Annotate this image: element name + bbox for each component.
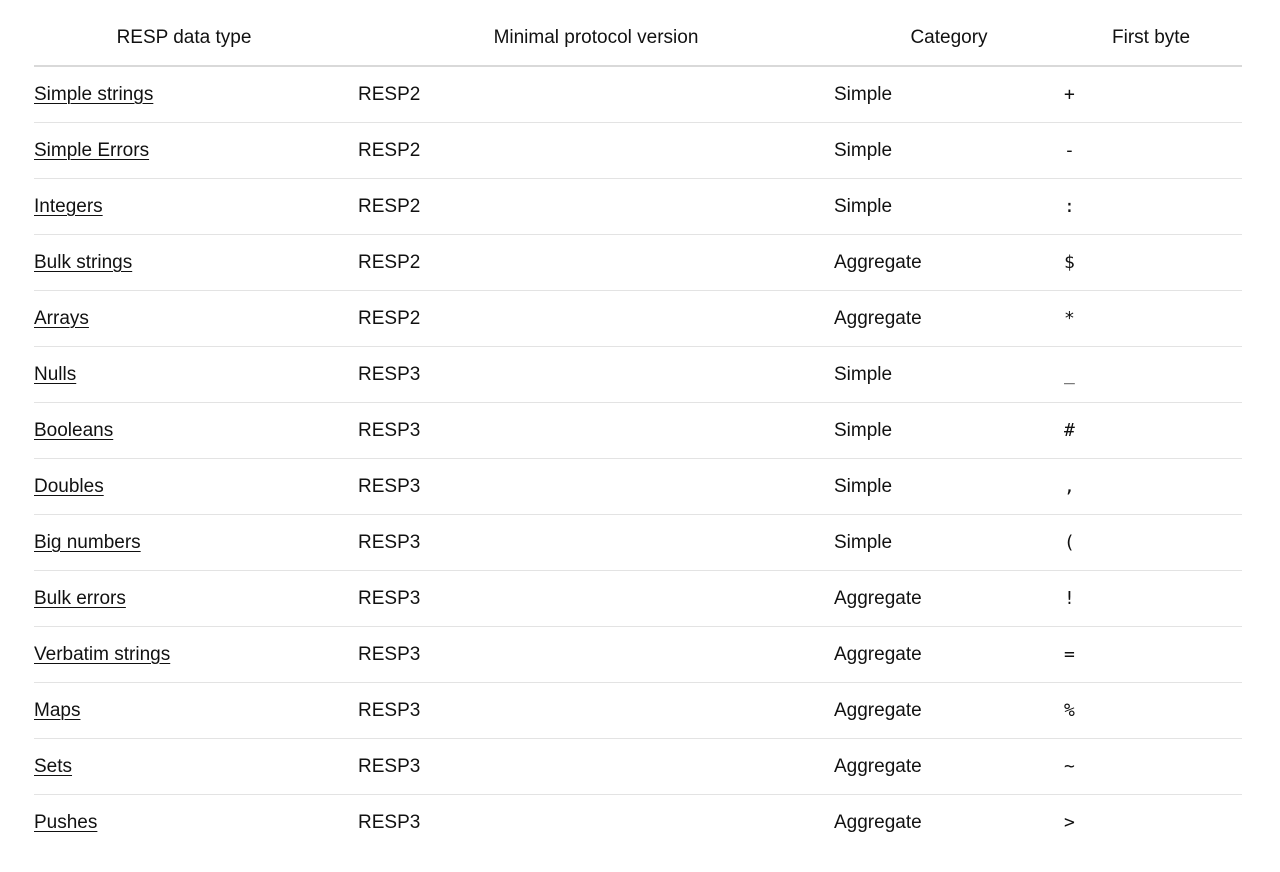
cell-category: Aggregate bbox=[834, 570, 1064, 627]
cell-first-byte: ~ bbox=[1064, 738, 1242, 795]
cell-category: Simple bbox=[834, 402, 1064, 459]
data-type-link[interactable]: Verbatim strings bbox=[34, 644, 170, 665]
table-row: Bulk strings RESP2 Aggregate $ bbox=[34, 234, 1242, 291]
cell-protocol-version: RESP2 bbox=[358, 122, 834, 179]
cell-data-type: Maps bbox=[34, 682, 358, 739]
cell-protocol-version: RESP3 bbox=[358, 626, 834, 683]
cell-protocol-version: RESP3 bbox=[358, 458, 834, 515]
cell-first-byte: + bbox=[1064, 66, 1242, 123]
cell-data-type: Big numbers bbox=[34, 514, 358, 571]
cell-first-byte: $ bbox=[1064, 234, 1242, 291]
cell-protocol-version: RESP3 bbox=[358, 514, 834, 571]
table-row: Doubles RESP3 Simple, bbox=[34, 458, 1242, 515]
cell-category: Simple bbox=[834, 346, 1064, 403]
cell-data-type: Nulls bbox=[34, 346, 358, 403]
cell-protocol-version: RESP2 bbox=[358, 178, 834, 235]
cell-data-type: Doubles bbox=[34, 458, 358, 515]
cell-category: Aggregate bbox=[834, 234, 1064, 291]
cell-protocol-version: RESP3 bbox=[358, 738, 834, 795]
table-row: Simple Errors RESP2 Simple - bbox=[34, 122, 1242, 179]
table-row: Booleans RESP3 Simple # bbox=[34, 402, 1242, 459]
cell-first-byte: # bbox=[1064, 402, 1242, 459]
cell-protocol-version: RESP3 bbox=[358, 402, 834, 459]
data-type-link[interactable]: Big numbers bbox=[34, 532, 141, 553]
cell-category: Aggregate bbox=[834, 682, 1064, 739]
cell-first-byte: ! bbox=[1064, 570, 1242, 627]
cell-protocol-version: RESP3 bbox=[358, 570, 834, 627]
cell-protocol-version: RESP3 bbox=[358, 682, 834, 739]
data-type-link[interactable]: Doubles bbox=[34, 476, 104, 497]
cell-protocol-version: RESP3 bbox=[358, 346, 834, 403]
cell-first-byte: * bbox=[1064, 290, 1242, 347]
cell-category: Aggregate bbox=[834, 290, 1064, 347]
data-type-link[interactable]: Maps bbox=[34, 700, 80, 721]
data-type-link[interactable]: Bulk errors bbox=[34, 588, 126, 609]
table-row: Integers RESP2 Simple: bbox=[34, 178, 1242, 235]
data-type-link[interactable]: Sets bbox=[34, 756, 72, 777]
header-category: Category bbox=[834, 10, 1064, 67]
cell-protocol-version: RESP3 bbox=[358, 811, 421, 833]
cell-first-byte: : bbox=[1064, 178, 1242, 235]
table-row: Pushes RESP3 Aggregate > bbox=[34, 795, 1242, 851]
cell-data-type: Arrays bbox=[34, 290, 358, 347]
cell-first-byte: > bbox=[1064, 812, 1075, 833]
table-row: Verbatim strings RESP3 Aggregate = bbox=[34, 626, 1242, 683]
cell-category: Aggregate bbox=[834, 811, 922, 833]
data-type-link[interactable]: Integers bbox=[34, 196, 103, 217]
cell-first-byte: ( bbox=[1064, 514, 1242, 571]
table-row: Simple strings RESP2 Simple + bbox=[34, 66, 1242, 123]
cell-first-byte: % bbox=[1064, 682, 1242, 739]
resp-types-table: RESP data type Minimal protocol version … bbox=[34, 10, 1242, 850]
data-type-link[interactable]: Simple strings bbox=[34, 84, 153, 105]
cell-first-byte: _ bbox=[1064, 346, 1242, 403]
header-data-type: RESP data type bbox=[34, 10, 358, 67]
data-type-link[interactable]: Nulls bbox=[34, 364, 76, 385]
data-type-link[interactable]: Bulk strings bbox=[34, 252, 132, 273]
cell-data-type: Bulk errors bbox=[34, 570, 358, 627]
cell-category: Simple bbox=[834, 122, 1064, 179]
cell-category: Aggregate bbox=[834, 738, 1064, 795]
cell-category: Simple bbox=[834, 178, 1064, 235]
cell-category: Simple bbox=[834, 514, 1064, 571]
cell-data-type: Simple strings bbox=[34, 66, 358, 123]
data-type-link[interactable]: Simple Errors bbox=[34, 140, 149, 161]
cell-category: Simple bbox=[834, 458, 1064, 515]
table-row: Arrays RESP2 Aggregate * bbox=[34, 290, 1242, 347]
table-row: Nulls RESP3 Simple _ bbox=[34, 346, 1242, 403]
cell-data-type: Integers bbox=[34, 178, 358, 235]
cell-data-type: Sets bbox=[34, 738, 358, 795]
table-body: Simple strings RESP2 Simple + Simple Errors R… bbox=[34, 66, 1242, 850]
cell-protocol-version: RESP2 bbox=[358, 234, 834, 291]
data-type-link[interactable]: Booleans bbox=[34, 420, 113, 441]
table-row: Big numbers RESP3 Simple( bbox=[34, 514, 1242, 571]
cell-data-type: Pushes bbox=[34, 795, 358, 851]
cell-first-byte: - bbox=[1064, 122, 1242, 179]
cell-protocol-version: RESP2 bbox=[358, 66, 834, 123]
header-protocol-version: Minimal protocol version bbox=[358, 10, 834, 67]
data-type-link[interactable]: Arrays bbox=[34, 308, 89, 329]
table-header: RESP data type Minimal protocol version … bbox=[34, 10, 1242, 67]
cell-category: Aggregate bbox=[834, 626, 1064, 683]
header-row: RESP data type Minimal protocol version … bbox=[34, 10, 1242, 67]
cell-first-byte: = bbox=[1064, 626, 1242, 683]
cell-category: Simple bbox=[834, 66, 1064, 123]
table-row: Bulk errors RESP3 Aggregate! bbox=[34, 570, 1242, 627]
cell-data-type: Verbatim strings bbox=[34, 626, 358, 683]
cell-data-type: Bulk strings bbox=[34, 234, 358, 291]
header-first-byte: First byte bbox=[1064, 10, 1242, 67]
table-row: Maps RESP3 Aggregate% bbox=[34, 682, 1242, 739]
cell-protocol-version: RESP2 bbox=[358, 290, 834, 347]
cell-data-type: Simple Errors bbox=[34, 122, 358, 179]
cell-data-type: Booleans bbox=[34, 402, 358, 459]
data-type-link[interactable]: Pushes bbox=[34, 812, 97, 833]
table-row: Sets RESP3 Aggregate ~ bbox=[34, 738, 1242, 795]
cell-first-byte: , bbox=[1064, 458, 1242, 515]
resp-types-table-container: RESP data type Minimal protocol version … bbox=[34, 10, 1242, 850]
